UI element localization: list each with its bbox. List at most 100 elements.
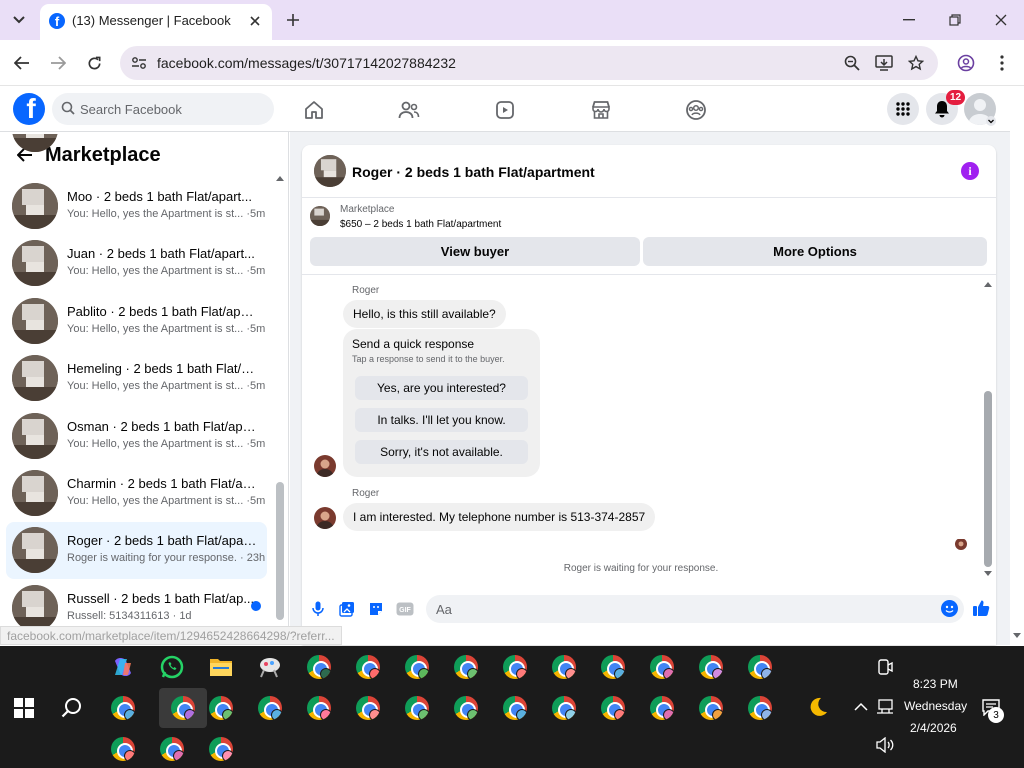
seen-receipt-avatar: [955, 538, 967, 550]
network-icon[interactable]: [876, 698, 894, 716]
emoji-icon[interactable]: [941, 600, 958, 617]
menu-grid-icon[interactable]: [887, 93, 919, 125]
conversation-item-active[interactable]: Roger · 2 beds 1 bath Flat/apart... Roge…: [6, 522, 267, 579]
thumbs-up-icon[interactable]: [970, 597, 992, 619]
chrome-profile-icon[interactable]: [453, 695, 479, 721]
quick-response-button[interactable]: Yes, are you interested?: [355, 376, 528, 400]
new-tab-plus-icon[interactable]: [282, 9, 304, 31]
volume-icon[interactable]: [876, 736, 894, 754]
chrome-profile-icon[interactable]: [747, 695, 773, 721]
browser-menu-icon[interactable]: [993, 54, 1011, 72]
chrome-profile-icon[interactable]: [110, 736, 136, 762]
chrome-profile-icon[interactable]: [747, 654, 773, 680]
clock-day[interactable]: Wednesday: [904, 699, 967, 713]
chrome-profile-icon[interactable]: [306, 695, 332, 721]
photo-icon[interactable]: [338, 600, 356, 618]
marketplace-icon[interactable]: [589, 98, 613, 122]
sidebar-scrollbar-thumb[interactable]: [276, 482, 284, 620]
chrome-profile-icon[interactable]: [257, 695, 283, 721]
chrome-profile-icon[interactable]: [698, 695, 724, 721]
restore-icon[interactable]: [945, 10, 965, 30]
conversation-item[interactable]: Hemeling · 2 beds 1 bath Flat/a... You: …: [6, 350, 267, 407]
chrome-profile-icon[interactable]: [600, 695, 626, 721]
scroll-up-arrow-icon[interactable]: [983, 280, 993, 288]
home-icon[interactable]: [302, 98, 326, 122]
site-info-icon[interactable]: [130, 54, 148, 72]
chrome-profile-icon[interactable]: [208, 695, 234, 721]
forward-arrow-icon[interactable]: [47, 52, 69, 74]
chrome-profile-icon[interactable]: [306, 654, 332, 680]
conversation-item[interactable]: Pablito · 2 beds 1 bath Flat/apar... You…: [6, 293, 267, 350]
info-icon[interactable]: i: [961, 162, 979, 180]
snipping-tool-icon[interactable]: [257, 654, 283, 680]
buyer-avatar[interactable]: [314, 455, 336, 477]
clock-date[interactable]: 2/4/2026: [910, 721, 957, 735]
chat-title: Roger · 2 beds 1 bath Flat/apartment: [352, 164, 595, 180]
profile-icon[interactable]: [957, 54, 975, 72]
microphone-icon[interactable]: [309, 600, 327, 618]
copilot-icon[interactable]: [110, 654, 136, 680]
watch-video-icon[interactable]: [493, 98, 517, 122]
chrome-profile-icon[interactable]: [698, 654, 724, 680]
back-arrow-icon[interactable]: [11, 52, 33, 74]
conversation-partial[interactable]: [6, 134, 267, 178]
chrome-profile-icon[interactable]: [404, 695, 430, 721]
account-chevron-icon[interactable]: [986, 116, 996, 126]
more-options-button[interactable]: More Options: [643, 237, 987, 266]
show-hidden-icons-chevron-icon[interactable]: [852, 698, 870, 716]
quick-response-button[interactable]: Sorry, it's not available.: [355, 440, 528, 464]
scroll-down-arrow-icon[interactable]: [983, 570, 993, 578]
clock-time[interactable]: 8:23 PM: [913, 677, 958, 691]
chrome-profile-icon[interactable]: [551, 654, 577, 680]
messages-scrollbar-thumb[interactable]: [984, 391, 992, 567]
facebook-logo-icon[interactable]: f: [13, 93, 45, 125]
groups-icon[interactable]: [684, 98, 708, 122]
reload-icon[interactable]: [83, 52, 105, 74]
address-omnibox[interactable]: facebook.com/messages/t/3071714202788423…: [120, 46, 938, 80]
chrome-profile-icon-active[interactable]: [159, 688, 207, 728]
sticker-icon[interactable]: [367, 600, 385, 618]
chrome-profile-icon[interactable]: [600, 654, 626, 680]
chrome-profile-icon[interactable]: [404, 654, 430, 680]
buyer-avatar[interactable]: [314, 507, 336, 529]
bookmark-star-icon[interactable]: [907, 54, 925, 72]
view-buyer-button[interactable]: View buyer: [310, 237, 640, 266]
scroll-up-arrow-icon[interactable]: [275, 174, 285, 182]
whatsapp-icon[interactable]: [159, 654, 185, 680]
windows-start-icon[interactable]: [14, 698, 34, 718]
conversation-item[interactable]: Moo · 2 beds 1 bath Flat/apart... You: H…: [6, 178, 267, 235]
quick-response-button[interactable]: In talks. I'll let you know.: [355, 408, 528, 432]
chrome-profile-icon[interactable]: [649, 695, 675, 721]
chrome-profile-icon[interactable]: [649, 654, 675, 680]
message-input[interactable]: Aa: [426, 595, 964, 623]
chrome-profile-icon[interactable]: [502, 654, 528, 680]
taskbar-search-icon[interactable]: [60, 696, 84, 720]
conversation-item[interactable]: Juan · 2 beds 1 bath Flat/apart... You: …: [6, 235, 267, 292]
gif-icon[interactable]: GIF: [396, 600, 414, 618]
browser-tab-messenger[interactable]: f (13) Messenger | Facebook: [40, 4, 272, 40]
conversation-item[interactable]: Charmin · 2 beds 1 bath Flat/ap... You: …: [6, 465, 267, 522]
chrome-profile-icon[interactable]: [110, 695, 136, 721]
chat-listing-thumbnail[interactable]: [314, 155, 346, 187]
chrome-profile-icon[interactable]: [355, 654, 381, 680]
chrome-profile-icon[interactable]: [208, 736, 234, 762]
close-tab-icon[interactable]: [246, 12, 264, 30]
chrome-profile-icon[interactable]: [551, 695, 577, 721]
chrome-profile-icon[interactable]: [355, 695, 381, 721]
minimize-icon[interactable]: [899, 10, 919, 30]
camera-app-icon[interactable]: [876, 658, 894, 676]
file-explorer-icon[interactable]: [208, 654, 234, 680]
install-app-icon[interactable]: [875, 54, 893, 72]
chrome-profile-icon[interactable]: [453, 654, 479, 680]
conversation-item[interactable]: Osman · 2 beds 1 bath Flat/apar... You: …: [6, 408, 267, 465]
friends-icon[interactable]: [397, 98, 421, 122]
zoom-icon[interactable]: [843, 54, 861, 72]
page-scroll-down-arrow-icon[interactable]: [1012, 632, 1022, 640]
chrome-profile-icon[interactable]: [159, 736, 185, 762]
night-light-moon-icon[interactable]: [805, 694, 831, 720]
tab-search-chevron-icon[interactable]: [6, 8, 32, 32]
listing-price[interactable]: $650 – 2 beds 1 bath Flat/apartment: [340, 219, 501, 230]
facebook-search-input[interactable]: Search Facebook: [52, 93, 274, 125]
chrome-profile-icon[interactable]: [502, 695, 528, 721]
close-window-icon[interactable]: [991, 10, 1011, 30]
